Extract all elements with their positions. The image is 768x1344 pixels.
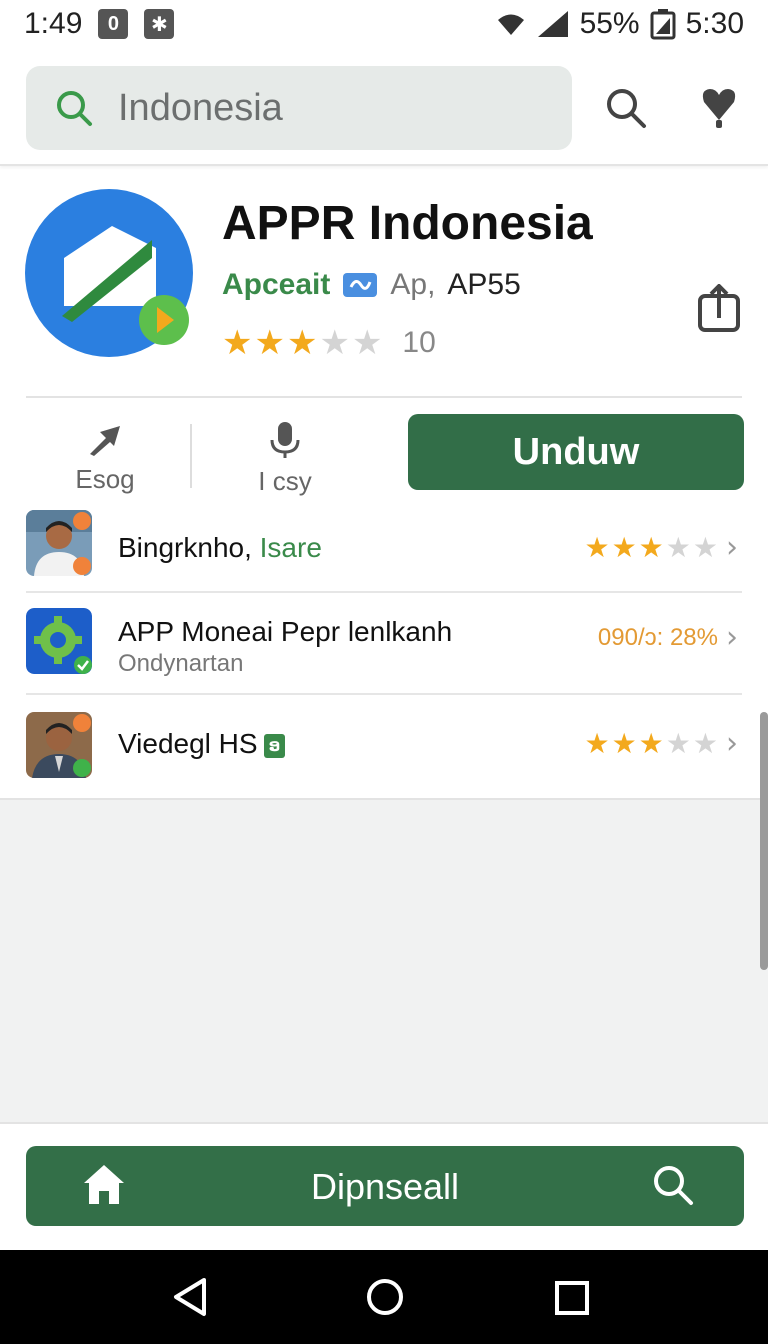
share-icon[interactable] xyxy=(696,284,742,334)
list-item-title: Bingrknho, Isare xyxy=(118,532,322,564)
divider xyxy=(26,693,742,695)
search-icon[interactable] xyxy=(604,86,648,130)
mic-action-label: I csy xyxy=(258,466,312,496)
search-icon xyxy=(57,91,92,126)
star-filled-icon: ★ xyxy=(584,726,610,760)
list-item-meta: ★ ★ ★ ★ ★ › xyxy=(584,530,738,565)
avatar xyxy=(26,510,92,576)
notification-icon: ✱ xyxy=(144,9,175,39)
share-action[interactable]: Esog xyxy=(40,420,170,500)
list-item-tag: ອ xyxy=(263,733,286,758)
bottom-bar-label: Dipnseall xyxy=(310,1166,460,1207)
star-filled-icon: ★ xyxy=(222,323,253,363)
recent-apps-icon[interactable] xyxy=(554,1280,590,1316)
app-thumb xyxy=(26,608,92,674)
chevron-right-icon[interactable]: › xyxy=(726,530,738,565)
wifi-icon xyxy=(497,14,524,35)
mic-icon xyxy=(270,422,300,458)
app-icon xyxy=(25,189,193,357)
star-empty-icon: ★ xyxy=(665,530,691,564)
chevron-right-icon[interactable]: › xyxy=(726,620,738,655)
app-code: AP55 xyxy=(447,268,521,301)
star-filled-icon: ★ xyxy=(638,530,664,564)
rating-stars: ★ ★ ★ ★ ★ xyxy=(222,326,382,360)
list-item-title: Viedegl HS ອ xyxy=(118,728,286,760)
search-query: Indonesia xyxy=(118,86,283,129)
star-filled-icon: ★ xyxy=(611,530,637,564)
rating-stars: ★ ★ ★ ★ ★ xyxy=(584,726,718,760)
list-item-title-main: Viedegl HS xyxy=(118,728,258,759)
avatar xyxy=(26,712,92,778)
rating-count: 10 xyxy=(402,326,436,359)
list-item-title: APP Moneai Pepr lenlkanh xyxy=(118,616,453,647)
list-item[interactable]: Bingrknho, Isare ★ ★ ★ ★ ★ › xyxy=(0,508,768,590)
content-area xyxy=(0,798,768,1124)
star-empty-icon: ★ xyxy=(351,323,383,363)
list-item-title-accent: Isare xyxy=(251,532,322,563)
divider xyxy=(26,396,742,398)
list-item-meta: ★ ★ ★ ★ ★ › xyxy=(584,726,738,761)
arrow-icon xyxy=(90,426,120,456)
mic-action[interactable]: I csy xyxy=(220,420,350,500)
back-icon[interactable] xyxy=(170,1276,210,1318)
notification-badge: 0 xyxy=(98,9,129,39)
status-time-right: 5:30 xyxy=(685,7,744,40)
chevron-right-icon[interactable]: › xyxy=(726,726,738,761)
list-item-subtitle: Ondynartan xyxy=(118,650,244,677)
list-item[interactable]: Viedegl HS ອ ★ ★ ★ ★ ★ › xyxy=(0,700,768,796)
search-header: Indonesia xyxy=(0,48,768,166)
scrollbar[interactable] xyxy=(760,712,768,970)
star-filled-icon: ★ xyxy=(611,726,637,760)
star-filled-icon: ★ xyxy=(584,530,610,564)
search-input[interactable]: Indonesia xyxy=(26,66,572,150)
divider xyxy=(26,591,742,593)
signal-icon xyxy=(537,11,568,37)
list-item-meta: 090/ɔ: 28% › xyxy=(598,620,738,655)
battery-icon xyxy=(650,9,676,40)
developer-name[interactable]: Apceait xyxy=(222,268,330,302)
star-filled-icon: ★ xyxy=(286,323,318,363)
list-item-percent: 090/ɔ: 28% xyxy=(597,623,718,651)
list-item-title-main: Bingrknho, xyxy=(118,532,252,563)
bottom-action-bar[interactable]: Dipnseall xyxy=(26,1146,744,1226)
battery-percent: 55% xyxy=(579,7,640,40)
app-rating: ★ ★ ★ ★ ★ 10 xyxy=(222,326,436,360)
app-category: Ap, xyxy=(390,268,436,301)
search-icon[interactable] xyxy=(652,1164,694,1206)
status-time-left: 1:49 xyxy=(24,7,83,40)
share-action-label: Esog xyxy=(75,464,135,494)
star-empty-icon: ★ xyxy=(692,726,718,760)
star-empty-icon: ★ xyxy=(319,323,350,363)
circle-home-icon[interactable] xyxy=(366,1278,404,1316)
star-empty-icon: ★ xyxy=(692,530,718,564)
action-divider xyxy=(190,424,192,488)
app-title: APPR Indonesia xyxy=(222,197,593,250)
list-item[interactable]: APP Moneai Pepr lenlkanh Ondynartan 090/… xyxy=(0,596,768,692)
star-filled-icon: ★ xyxy=(638,726,664,760)
verified-badge-icon xyxy=(343,273,378,297)
star-filled-icon: ★ xyxy=(254,323,285,363)
app-meta: Apceait Ap, AP55 xyxy=(222,268,521,302)
star-empty-icon: ★ xyxy=(665,726,691,760)
install-button[interactable]: Unduw xyxy=(408,414,744,490)
rating-stars: ★ ★ ★ ★ ★ xyxy=(584,530,718,564)
system-nav-bar xyxy=(0,1250,768,1344)
status-bar: 1:49 0 ✱ 55% 5:30 xyxy=(0,0,768,48)
heart-icon[interactable] xyxy=(700,86,738,130)
